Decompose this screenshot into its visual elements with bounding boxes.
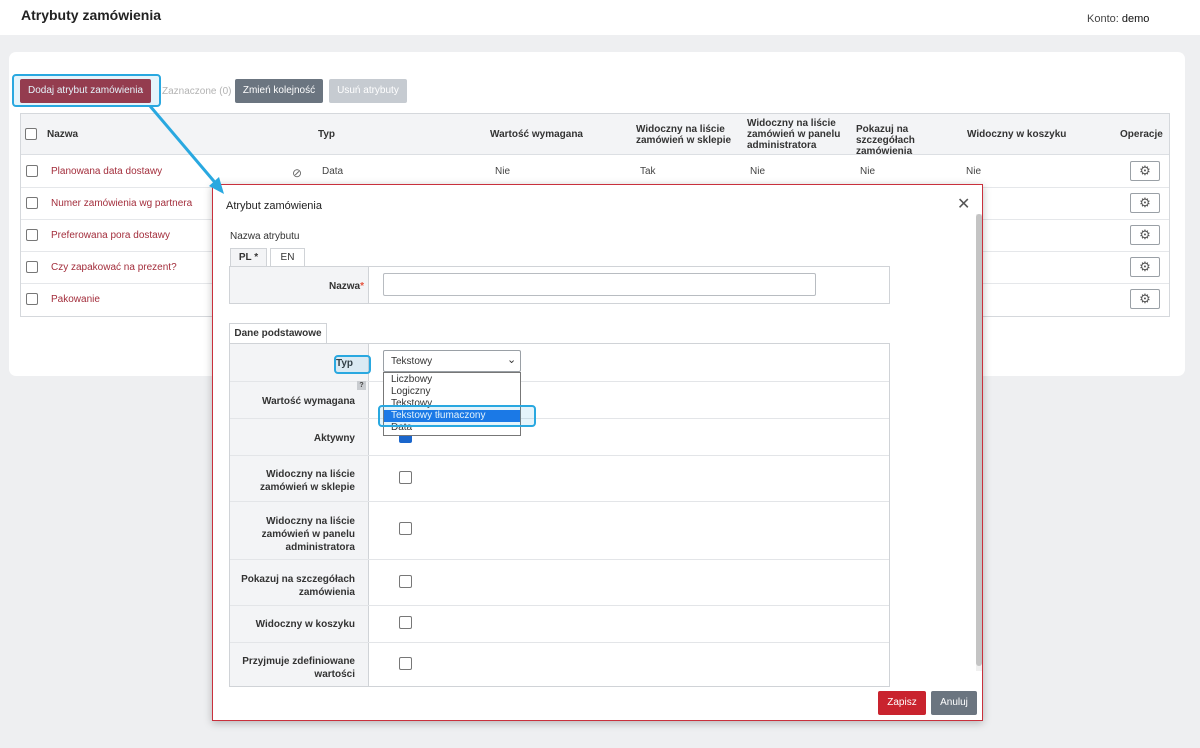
highlight-translated-option [378,405,536,427]
cart-checkbox[interactable] [399,616,412,629]
type-select[interactable]: Tekstowy ⌄ [383,350,521,372]
reorder-button[interactable]: Zmień kolejność [235,79,323,103]
save-button[interactable]: Zapisz [878,691,926,715]
shop-list-checkbox[interactable] [399,471,412,484]
name-field-label: Nazwa* [326,280,364,293]
col-details[interactable]: Pokazuj na szczegółach zamówienia [856,124,966,157]
attribute-modal: Atrybut zamówienia ✕ Nazwa atrybutu PL *… [212,184,983,721]
row-cart: Nie [966,166,982,177]
col-name[interactable]: Nazwa [47,129,78,140]
col-shop-list[interactable]: Widoczny na liście zamówień w sklepie [636,124,741,146]
type-option-number[interactable]: Liczbowy [384,374,520,386]
row-divider [230,559,889,560]
gear-icon[interactable]: ⚙ [1130,257,1160,277]
row-checkbox[interactable] [26,293,38,305]
page-title: Atrybuty zamówienia [21,7,162,23]
gear-icon[interactable]: ⚙ [1130,161,1160,181]
attribute-name-label: Nazwa atrybutu [230,231,300,242]
row-name-link[interactable]: Numer zamówienia wg partnera [51,198,192,209]
row-checkbox[interactable] [26,165,38,177]
row-required: Nie [495,166,511,177]
row-divider [230,455,889,456]
tab-basic-data[interactable]: Dane podstawowe [229,323,327,343]
tab-pl[interactable]: PL * [230,248,267,266]
row-name-link[interactable]: Planowana data dostawy [51,166,162,177]
row-divider [230,642,889,643]
table-header: Nazwa Typ Wartość wymagana Widoczny na l… [21,114,1169,157]
type-option-logical[interactable]: Logiczny [384,386,520,398]
field-label-admin-list: Widoczny na liście zamówień w panelu adm… [261,516,355,553]
modal-title: Atrybut zamówienia [226,200,322,212]
row-admin-list: Nie [750,166,766,177]
row-shop-list: Tak [640,166,656,177]
col-type[interactable]: Typ [318,129,335,140]
tab-en[interactable]: EN [270,248,305,266]
gear-icon[interactable]: ⚙ [1130,225,1160,245]
field-label-required: Wartość wymagana [262,396,355,407]
help-icon[interactable]: ? [357,381,366,390]
row-type: Data [322,166,344,177]
details-checkbox[interactable] [399,575,412,588]
highlight-type-label [334,355,371,374]
remove-attributes-button[interactable]: Usuń atrybuty [329,79,407,103]
row-divider [230,501,889,502]
basic-data-form: Typ Wartość wymagana Aktywny Widoczny na… [229,343,890,687]
field-label-cart: Widoczny w koszyku [255,619,355,630]
field-label-predefined: Przyjmuje zdefiniowane wartości [242,656,355,680]
col-operations: Operacje [1120,129,1163,140]
required-marker: * [360,281,364,292]
col-required[interactable]: Wartość wymagana [490,129,583,140]
chevron-down-icon: ⌄ [507,354,517,366]
field-label-details: Pokazuj na szczegółach zamówienia [241,574,355,598]
row-checkbox[interactable] [26,229,38,241]
name-input[interactable] [383,273,816,296]
account-label: Konto: [1087,13,1119,25]
row-name-link[interactable]: Pakowanie [51,294,100,305]
row-name-link[interactable]: Preferowana pora dostawy [51,230,170,241]
admin-list-checkbox[interactable] [399,522,412,535]
top-bar: Atrybuty zamówienia Konto: demo [0,0,1200,35]
selected-count: Zaznaczone (0) [162,86,232,97]
gear-icon[interactable]: ⚙ [1130,193,1160,213]
gear-icon[interactable]: ⚙ [1130,289,1160,309]
ban-icon: ⊘ [292,166,303,180]
row-details: Nie [860,166,876,177]
modal-scrollbar[interactable] [976,214,982,666]
type-select-value: Tekstowy [391,356,433,367]
row-divider [230,418,889,419]
account-value[interactable]: demo [1122,13,1150,25]
row-checkbox[interactable] [26,197,38,209]
col-cart[interactable]: Widoczny w koszyku [967,129,1066,140]
name-label-text: Nazwa [328,281,361,292]
row-checkbox[interactable] [26,261,38,273]
col-admin-list[interactable]: Widoczny na liście zamówień w panelu adm… [747,118,857,151]
row-name-link[interactable]: Czy zapakować na prezent? [51,262,177,273]
predefined-checkbox[interactable] [399,657,412,670]
field-label-shop-list: Widoczny na liście zamówień w sklepie [259,469,355,493]
account-info: Konto: demo [1087,13,1149,25]
row-divider [230,381,889,382]
field-label-active: Aktywny [313,433,355,444]
close-icon[interactable]: ✕ [957,197,970,213]
cancel-button[interactable]: Anuluj [931,691,977,715]
highlight-add-button [12,74,161,107]
select-all-checkbox[interactable] [25,128,37,140]
row-divider [230,605,889,606]
